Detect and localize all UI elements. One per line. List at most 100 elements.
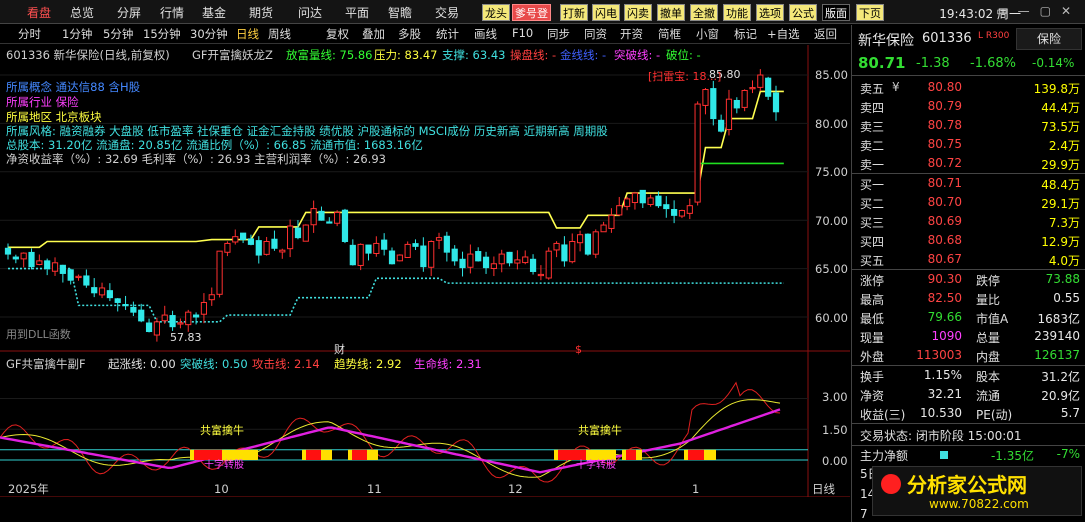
tab-period-active[interactable]: 日线 — [236, 26, 259, 42]
tool-button[interactable]: 画线 — [474, 26, 497, 42]
indicator-name[interactable]: GF开富擒妖龙Z — [192, 48, 273, 62]
candle-body — [302, 224, 309, 242]
netflow-pct: -7% — [1056, 447, 1080, 461]
menu-item[interactable]: 总览 — [70, 4, 94, 21]
chart-area[interactable]: 601336 新华保险(日线,前复权) GF开富擒妖龙Z 放富量线: 75.86… — [0, 45, 850, 497]
tab-period[interactable]: 1分钟 — [62, 26, 92, 42]
candle-body — [702, 89, 709, 106]
stat-value: 126137 — [1034, 348, 1080, 362]
ask-price[interactable]: 80.75 — [912, 137, 962, 151]
window-controls-icon[interactable]: ▭—▢✕ — [996, 4, 1081, 18]
tab-period[interactable]: 周线 — [268, 26, 291, 42]
candle-body — [130, 306, 137, 313]
tool-button[interactable]: 同资 — [584, 26, 607, 42]
period-label[interactable]: 日线 — [812, 482, 835, 496]
stat-label: 现量 — [860, 331, 885, 345]
tab-period[interactable]: 分时 — [18, 26, 41, 42]
toolbar-button[interactable]: 公式 — [789, 4, 817, 21]
sub-indicator-name[interactable]: GF共富擒牛副F — [6, 357, 86, 371]
candles — [4, 69, 780, 342]
tool-button[interactable]: 简框 — [658, 26, 681, 42]
tool-button[interactable]: +自选 — [767, 26, 800, 42]
bid-price[interactable]: 80.69 — [912, 214, 962, 228]
toolbar-button[interactable]: 打新 — [560, 4, 588, 21]
watermark-logo: 分析家公式网 www.70822.com — [872, 466, 1082, 516]
toolbar-button[interactable]: 闪卖 — [624, 4, 652, 21]
candle-body — [208, 294, 215, 301]
toolbar-button[interactable]: 龙头 — [482, 4, 510, 21]
candle-body — [365, 244, 372, 254]
tool-button[interactable]: 叠加 — [362, 26, 385, 42]
x-axis-label: 12 — [508, 482, 523, 496]
sub-legend-attack: 攻击线: 2.14 — [252, 357, 320, 371]
candle-body — [655, 195, 662, 207]
toolbar-button[interactable]: 版面 — [822, 4, 850, 21]
menu-item[interactable]: 交易 — [435, 4, 459, 21]
tool-button[interactable]: 多股 — [398, 26, 421, 42]
candle-body — [694, 103, 701, 203]
candle-body — [482, 256, 490, 269]
candle-body — [122, 304, 129, 307]
price-grid — [0, 74, 808, 318]
ask-price[interactable]: 80.80 — [912, 80, 962, 94]
toolbar-button[interactable]: 撤单 — [657, 4, 685, 21]
watermark-url: www.70822.com — [929, 497, 1029, 511]
stat-label: 收益(三) — [860, 408, 906, 422]
tab-period[interactable]: 30分钟 — [190, 26, 228, 42]
toolbar-button[interactable]: 选项 — [756, 4, 784, 21]
menu-item[interactable]: 行情 — [160, 4, 184, 21]
menu-item[interactable]: 平面 — [345, 4, 369, 21]
tool-button[interactable]: 复权 — [326, 26, 349, 42]
stock-title: 新华保险 — [858, 33, 914, 49]
candle-body — [28, 251, 35, 268]
stat-label: 股本 — [976, 370, 1001, 384]
toolbar-button[interactable]: 爹号登 — [512, 4, 551, 21]
tool-button[interactable]: 开资 — [620, 26, 643, 42]
candle-body — [741, 89, 748, 108]
candle-body — [545, 250, 552, 279]
tool-button[interactable]: 小窗 — [696, 26, 719, 42]
menu-item[interactable]: 基金 — [202, 4, 226, 21]
menu-item[interactable]: 智瞻 — [388, 4, 412, 21]
finance-mark: 财 — [334, 342, 345, 356]
tab-period[interactable]: 5分钟 — [103, 26, 133, 42]
tab-period[interactable]: 15分钟 — [143, 26, 181, 42]
toolbar-button[interactable]: 下页 — [856, 4, 884, 21]
menu-item[interactable]: 期货 — [249, 4, 273, 21]
candle-body — [490, 263, 497, 269]
bid-price[interactable]: 80.70 — [912, 195, 962, 209]
toolbar-button[interactable]: 功能 — [723, 4, 751, 21]
dll-note: 用到DLL函数 — [6, 328, 71, 341]
signal-label: 共富擒牛 — [578, 423, 622, 437]
tool-button[interactable]: 返回 — [814, 26, 837, 42]
tool-button[interactable]: 统计 — [436, 26, 459, 42]
candle-body — [396, 254, 403, 262]
stat-value: 1683亿 — [1037, 312, 1080, 326]
bid-price[interactable]: 80.71 — [912, 176, 962, 190]
candle-body — [616, 205, 623, 216]
candle-body — [663, 204, 670, 210]
tool-button[interactable]: 同步 — [547, 26, 570, 42]
tool-button[interactable]: F10 — [512, 26, 533, 40]
menu-item[interactable]: 问达 — [298, 4, 322, 21]
ask-price[interactable]: 80.72 — [912, 156, 962, 170]
ask-price[interactable]: 80.78 — [912, 118, 962, 132]
candle-body — [106, 290, 113, 299]
menu-item[interactable]: 看盘 — [27, 4, 51, 21]
sector-button[interactable]: 保险 — [1016, 28, 1082, 50]
candle-body — [451, 248, 458, 262]
bid-price[interactable]: 80.67 — [912, 252, 962, 266]
netflow-marker-icon — [940, 451, 948, 459]
tool-button[interactable]: 标记 — [734, 26, 757, 42]
toolbar-button[interactable]: 闪电 — [592, 4, 620, 21]
menu-item[interactable]: 分屏 — [117, 4, 141, 21]
x-axis-label: 2025年 — [8, 482, 49, 496]
signal-block-red — [306, 449, 321, 460]
bid-price[interactable]: 80.68 — [912, 233, 962, 247]
pressure-line — [8, 90, 784, 249]
toolbar-button[interactable]: 全撤 — [690, 4, 718, 21]
candle-body — [20, 252, 27, 260]
ask-price[interactable]: 80.79 — [912, 99, 962, 113]
legend-pressure: 压力: 83.47 — [374, 48, 437, 62]
signal-block-red — [626, 449, 636, 460]
